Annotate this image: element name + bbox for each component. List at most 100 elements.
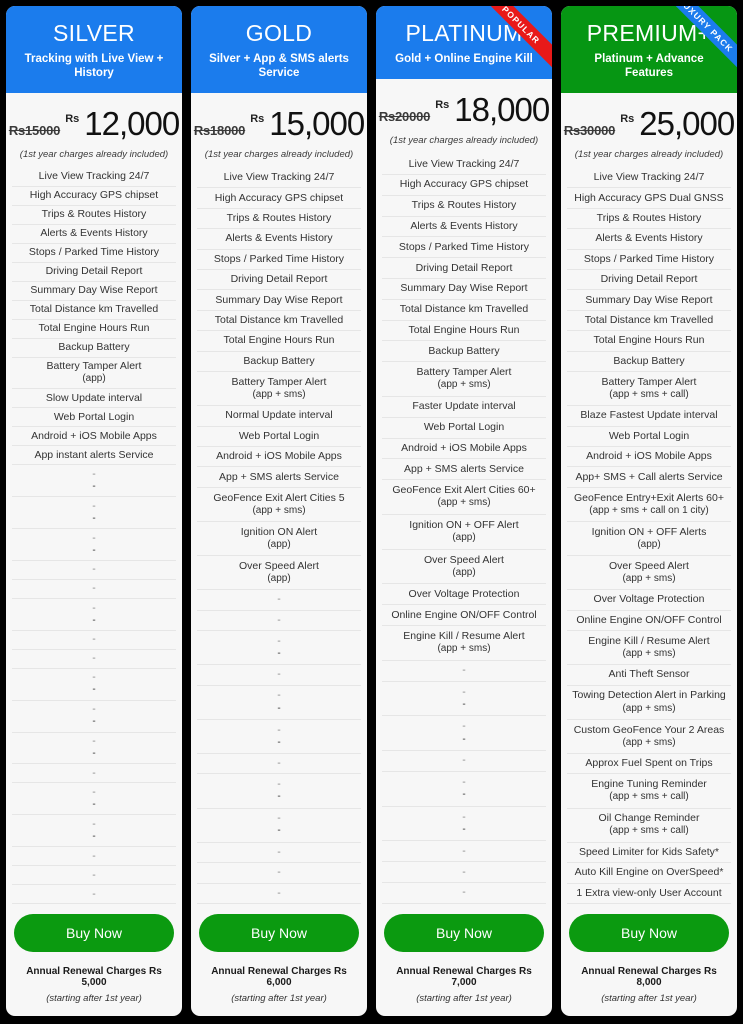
feature-row: - — [12, 561, 176, 580]
plan-subtitle: Tracking with Live View + History — [24, 53, 164, 80]
feature-label: - — [92, 582, 96, 595]
feature-row: Summary Day Wise Report — [197, 290, 361, 311]
feature-row: Engine Kill / Resume Alert (app + sms) — [567, 631, 731, 666]
feature-label: High Accuracy GPS Dual GNSS — [574, 191, 724, 204]
feature-label: Blaze Fastest Update interval — [580, 409, 718, 422]
feature-label: - — [92, 817, 96, 830]
feature-label: Alerts & Events History — [40, 227, 148, 240]
feature-label: Trips & Routes History — [41, 208, 147, 221]
feature-label: Driving Detail Report — [230, 273, 328, 286]
feature-label: Total Distance km Travelled — [214, 314, 344, 327]
feature-label: - — [277, 886, 281, 899]
feature-list: Live View Tracking 24/7 High Accuracy GPS… — [561, 168, 737, 904]
feature-label: Stops / Parked Time History — [213, 252, 345, 265]
feature-row: - — [197, 590, 361, 611]
feature-label: Web Portal Login — [238, 429, 320, 442]
feature-row: Live View Tracking 24/7 — [382, 154, 546, 176]
feature-label: Android + iOS Mobile Apps — [586, 450, 712, 463]
buy-now-button[interactable]: Buy Now — [569, 914, 729, 952]
feature-row: - — [197, 665, 361, 686]
feature-label: - — [92, 531, 96, 544]
feature-label: - — [277, 668, 281, 681]
feature-row: - — [197, 754, 361, 775]
feature-row: Web Portal Login — [197, 427, 361, 448]
feature-sublabel: - — [462, 823, 466, 835]
plan-subtitle: Platinum + Advance Features — [594, 53, 704, 80]
feature-label: Summary Day Wise Report — [215, 293, 343, 306]
buy-now-button[interactable]: Buy Now — [14, 914, 174, 952]
currency-symbol: Rs — [250, 113, 265, 126]
renewal-note: (starting after 1st year) — [231, 993, 327, 1004]
feature-row: -- — [12, 529, 176, 561]
feature-row: Online Engine ON/OFF Control — [382, 605, 546, 627]
feature-row: Backup Battery — [382, 341, 546, 363]
currency-symbol: Rs — [620, 113, 635, 126]
current-price: 15,000 — [269, 105, 365, 143]
feature-row: - — [382, 862, 546, 884]
feature-row: GeoFence Entry+Exit Alerts 60+ (app + sms… — [567, 488, 731, 523]
feature-row: Live View Tracking 24/7 — [197, 168, 361, 189]
feature-row: Engine Kill / Resume Alert (app + sms) — [382, 626, 546, 661]
feature-row: -- — [197, 686, 361, 720]
feature-label: Towing Detection Alert in Parking — [572, 689, 726, 702]
feature-row: Stops / Parked Time History — [567, 250, 731, 271]
buy-now-button[interactable]: Buy Now — [384, 914, 544, 952]
feature-label: - — [462, 685, 466, 698]
feature-label: Driving Detail Report — [415, 261, 513, 274]
feature-label: Faster Update interval — [412, 400, 516, 413]
feature-label: Live View Tracking 24/7 — [593, 171, 705, 184]
current-price: 12,000 — [84, 105, 180, 143]
feature-row: Android + iOS Mobile Apps — [197, 447, 361, 468]
feature-row: -- — [12, 701, 176, 733]
feature-row: Approx Fuel Spent on Trips — [567, 754, 731, 775]
feature-sublabel: - — [277, 736, 281, 748]
feature-row: - — [197, 843, 361, 864]
feature-label: Ignition ON + OFF Alert — [409, 518, 519, 531]
feature-row: Driving Detail Report — [567, 270, 731, 291]
buy-now-button[interactable]: Buy Now — [199, 914, 359, 952]
feature-label: Live View Tracking 24/7 — [223, 171, 335, 184]
renewal-charges: Annual Renewal Charges Rs 7,000 — [396, 966, 532, 988]
feature-label: High Accuracy GPS chipset — [214, 191, 344, 204]
feature-label: Alerts & Events History — [410, 219, 518, 232]
feature-label: - — [92, 601, 96, 614]
feature-row: Online Engine ON/OFF Control — [567, 611, 731, 632]
plan-card-premium-plus: PREMIUM+ Platinum + Advance Features LUXUR… — [561, 6, 737, 1016]
feature-sublabel: (app) — [267, 573, 291, 585]
feature-row: 1 Extra view-only User Account — [567, 884, 731, 904]
feature-row: - — [382, 751, 546, 772]
currency-symbol: Rs — [435, 99, 450, 112]
feature-label: Stops / Parked Time History — [398, 240, 530, 253]
feature-row: -- — [197, 774, 361, 809]
feature-sublabel: (app + sms) — [622, 648, 676, 660]
feature-row: Over Voltage Protection — [382, 584, 546, 606]
feature-label: - — [462, 844, 466, 857]
feature-row: Android + iOS Mobile Apps — [12, 427, 176, 447]
feature-label: - — [277, 689, 281, 702]
feature-label: Live View Tracking 24/7 — [408, 157, 520, 170]
price-block: Rs20000 Rs 18,000 (1st year charges already… — [376, 79, 552, 154]
feature-row: - — [12, 580, 176, 599]
feature-row: App instant alerts Service — [12, 446, 176, 466]
feature-label: - — [462, 865, 466, 878]
feature-label: - — [462, 810, 466, 823]
feature-label: Over Speed Alert — [239, 559, 319, 572]
card-footer: Buy Now Annual Renewal Charges Rs 5,000 (s… — [6, 904, 182, 1016]
feature-label: - — [462, 776, 466, 788]
feature-row: High Accuracy GPS chipset — [197, 188, 361, 209]
original-price: Rs15000 — [8, 123, 61, 139]
feature-row: Web Portal Login — [382, 418, 546, 439]
feature-row: - — [12, 650, 176, 669]
feature-label: Android + iOS Mobile Apps — [216, 450, 342, 463]
feature-row: Alerts & Events History — [12, 225, 176, 244]
feature-label: Engine Kill / Resume Alert — [403, 630, 525, 643]
feature-sublabel: - — [462, 733, 466, 745]
feature-row: Trips & Routes History — [197, 209, 361, 230]
feature-row: Ignition ON Alert (app) — [197, 522, 361, 557]
original-price: Rs18000 — [193, 123, 246, 139]
feature-sublabel: - — [92, 481, 96, 493]
feature-row: Summary Day Wise Report — [12, 282, 176, 301]
feature-label: Summary Day Wise Report — [30, 284, 158, 297]
price-row: Rs30000 Rs 25,000 — [564, 107, 735, 140]
feature-row: Driving Detail Report — [382, 258, 546, 280]
